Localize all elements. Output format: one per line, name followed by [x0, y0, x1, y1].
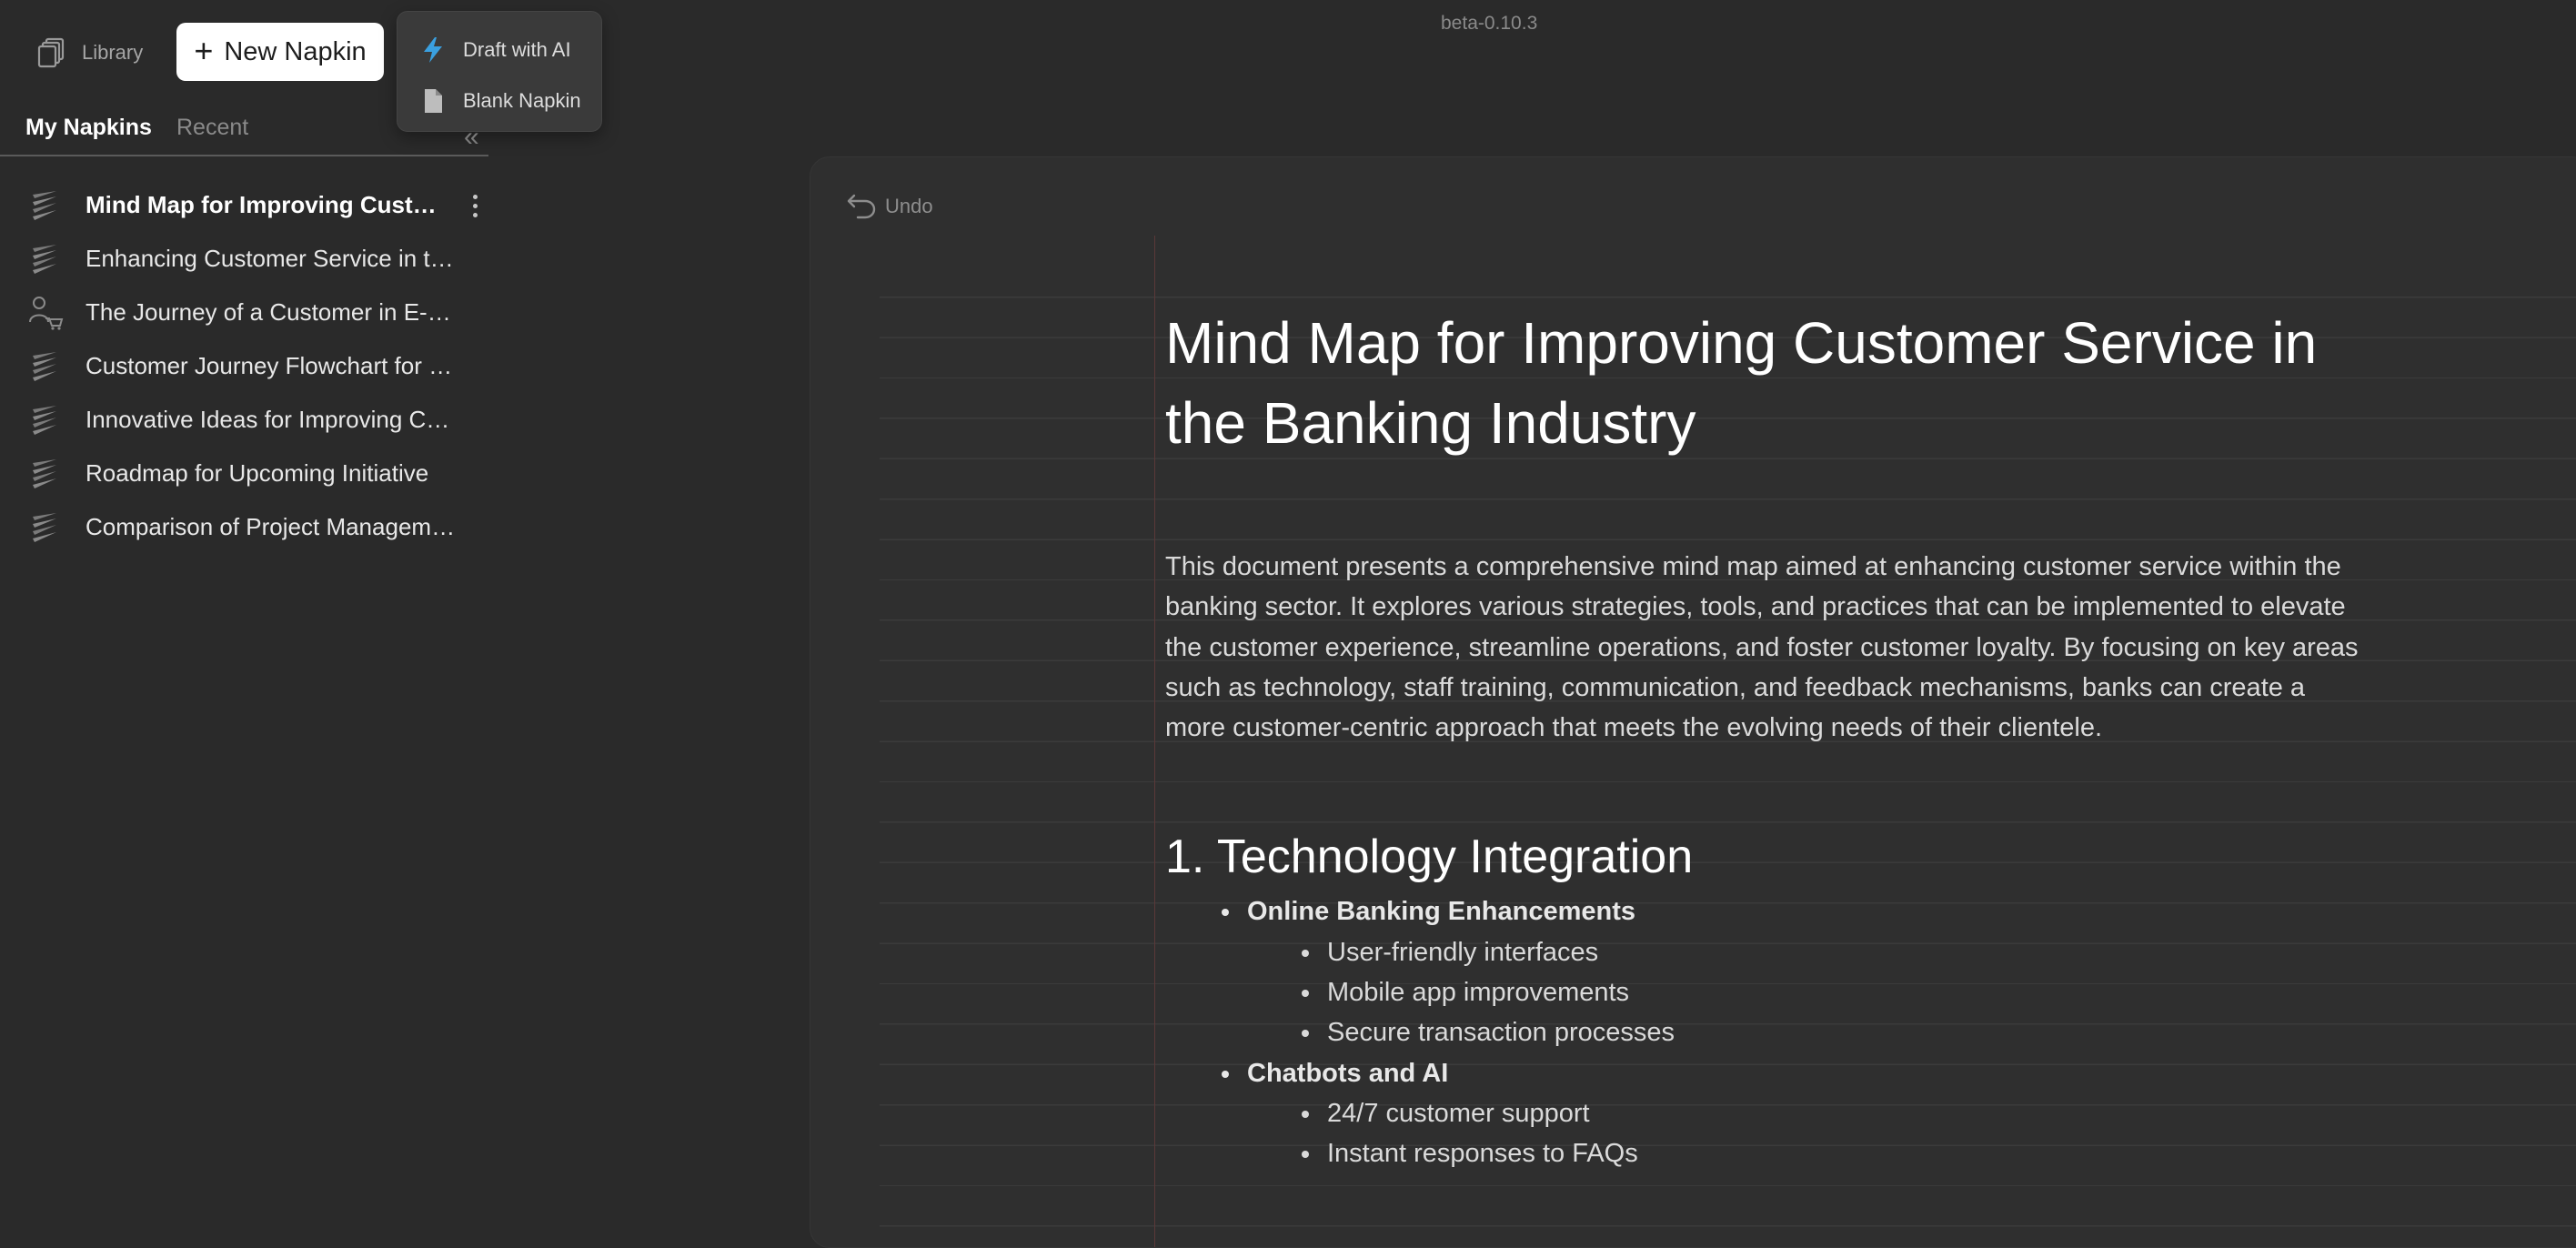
- napkin-title: Mind Map for Improving Custom...: [86, 191, 449, 218]
- napkin-list-item[interactable]: Enhancing Customer Service in the...: [0, 232, 488, 286]
- tab-recent[interactable]: Recent: [176, 115, 248, 141]
- napkin-list-item[interactable]: Mind Map for Improving Custom...: [0, 178, 488, 232]
- tab-my-napkins[interactable]: My Napkins: [25, 115, 152, 141]
- margin-line: [1154, 236, 1155, 1247]
- napkin-list-item[interactable]: Roadmap for Upcoming Initiative: [0, 447, 488, 500]
- stacked-layers-icon: [33, 351, 56, 381]
- stacked-layers-icon: [33, 405, 56, 435]
- bullet-group-label[interactable]: Online Banking Enhancements: [1165, 891, 2366, 931]
- undo-button[interactable]: Undo: [845, 192, 933, 221]
- bullet-item[interactable]: Secure transaction processes: [1165, 1012, 2366, 1052]
- library-label: Library: [82, 41, 144, 64]
- bullet-item[interactable]: User-friendly interfaces: [1165, 932, 2366, 972]
- library-icon: [37, 37, 65, 68]
- sidebar-tabs: My Napkins Recent «: [0, 107, 488, 156]
- stacked-layers-icon: [33, 244, 56, 274]
- napkin-title: The Journey of a Customer in E-Co...: [86, 298, 458, 326]
- bullet-list: Online Banking Enhancements User-friendl…: [1165, 891, 2366, 1173]
- napkin-list: Mind Map for Improving Custom... Enhanci…: [0, 178, 488, 554]
- document-intro[interactable]: This document presents a comprehensive m…: [1165, 547, 2366, 748]
- napkin-list-item[interactable]: Customer Journey Flowchart for N...: [0, 339, 488, 393]
- napkin-title: Enhancing Customer Service in the...: [86, 245, 458, 272]
- plus-icon: +: [194, 31, 214, 69]
- napkin-title: Innovative Ideas for Improving Cus...: [86, 406, 458, 433]
- section-heading[interactable]: 1. Technology Integration: [1165, 830, 2366, 884]
- person-cart-icon: [29, 296, 64, 330]
- napkin-list-item[interactable]: Innovative Ideas for Improving Cus...: [0, 393, 488, 447]
- document-panel: Undo Mind Map for Improving Customer Ser…: [810, 156, 2576, 1248]
- bullet-item[interactable]: Instant responses to FAQs: [1165, 1133, 2366, 1173]
- stacked-layers-icon: [33, 512, 56, 542]
- bullet-group-label[interactable]: Chatbots and AI: [1165, 1053, 2366, 1093]
- lightning-icon: [424, 37, 442, 63]
- version-label: beta-0.10.3: [1441, 13, 1538, 34]
- more-options-icon[interactable]: [466, 189, 484, 222]
- undo-label: Undo: [885, 195, 933, 217]
- new-napkin-button[interactable]: + New Napkin: [176, 23, 384, 81]
- draft-with-ai-option[interactable]: Draft with AI: [397, 25, 601, 75]
- napkin-list-item[interactable]: Comparison of Project Manageme...: [0, 500, 488, 554]
- draft-with-ai-label: Draft with AI: [463, 38, 571, 61]
- napkin-title: Customer Journey Flowchart for N...: [86, 352, 458, 379]
- bullet-item[interactable]: 24/7 customer support: [1165, 1093, 2366, 1133]
- double-chevron-left-icon[interactable]: «: [464, 124, 479, 151]
- bullet-item[interactable]: Mobile app improvements: [1165, 972, 2366, 1012]
- napkin-title: Comparison of Project Manageme...: [86, 513, 458, 540]
- document-content[interactable]: Mind Map for Improving Customer Service …: [1165, 303, 2366, 1174]
- document-title[interactable]: Mind Map for Improving Customer Service …: [1165, 303, 2366, 463]
- top-bar: Library + New Napkin beta-0.10.3: [0, 0, 2576, 100]
- stacked-layers-icon: [33, 458, 56, 488]
- napkin-list-item[interactable]: The Journey of a Customer in E-Co...: [0, 286, 488, 339]
- new-napkin-label: New Napkin: [224, 36, 367, 66]
- napkin-title: Roadmap for Upcoming Initiative: [86, 459, 429, 487]
- stacked-layers-icon: [33, 190, 56, 220]
- library-button[interactable]: Library: [36, 31, 143, 75]
- undo-icon: [847, 194, 876, 219]
